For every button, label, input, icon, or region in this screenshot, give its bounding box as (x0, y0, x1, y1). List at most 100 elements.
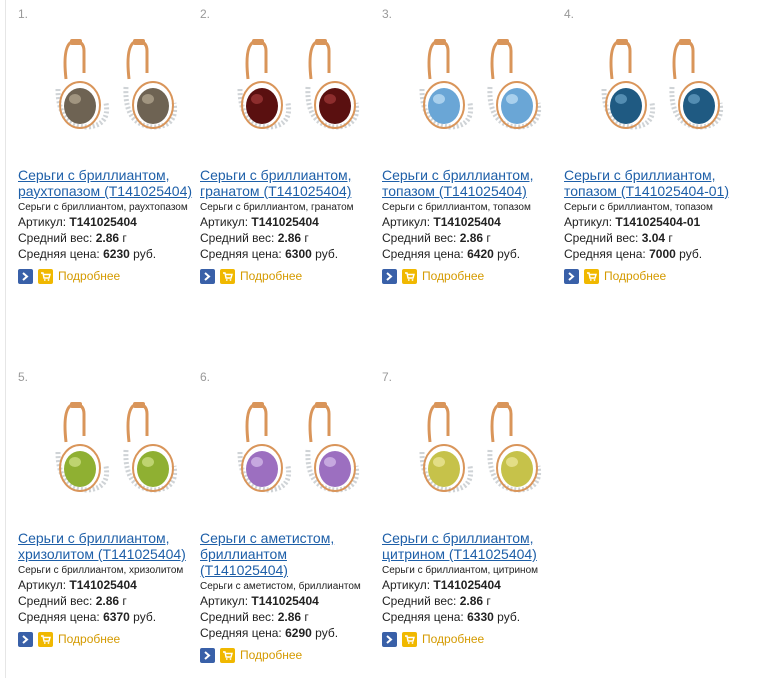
details-arrow-button[interactable] (18, 631, 33, 647)
arrow-right-icon (22, 634, 29, 644)
article-label: Артикул: (564, 215, 613, 229)
price-value: 6420 (467, 247, 494, 261)
article-row: Артикул: Т141025404-01 (564, 214, 744, 230)
weight-unit: г (668, 231, 673, 245)
price-row: Средняя цена: 6330 руб. (382, 609, 562, 625)
weight-row: Средний вес: 2.86 г (200, 230, 380, 246)
article-value: Т141025404 (251, 594, 319, 608)
article-label: Артикул: (18, 215, 67, 229)
price-row: Средняя цена: 6420 руб. (382, 246, 562, 262)
cart-icon (223, 271, 233, 281)
weight-row: Средний вес: 2.86 г (382, 593, 562, 609)
product-info: Серьги с аметистом, бриллиантом (Т1410254… (200, 530, 380, 663)
details-arrow-button[interactable] (382, 268, 397, 284)
price-label: Средняя цена: (18, 247, 100, 261)
more-details-link[interactable]: Подробнее (422, 269, 484, 283)
price-label: Средняя цена: (200, 247, 282, 261)
more-details-link[interactable]: Подробнее (58, 632, 120, 646)
more-details-link[interactable]: Подробнее (240, 648, 302, 662)
product-title-link[interactable]: Серьги с бриллиантом, цитрином (Т1410254… (382, 530, 562, 562)
weight-value: 2.86 (95, 231, 120, 245)
weight-row: Средний вес: 2.86 г (200, 609, 380, 625)
details-arrow-button[interactable] (200, 647, 215, 663)
product-card: 6. Серьги с аметистом, бриллиантом (Т1410… (200, 370, 380, 670)
price-unit: руб. (133, 247, 157, 261)
title-line: Серьги с бриллиантом, (564, 167, 716, 183)
price-value: 6290 (285, 626, 312, 640)
weight-row: Средний вес: 2.86 г (382, 230, 562, 246)
price-label: Средняя цена: (382, 247, 464, 261)
product-title-link[interactable]: Серьги с бриллиантом, гранатом (Т1410254… (200, 167, 380, 199)
title-line: цитрином (Т141025404) (382, 546, 537, 562)
earrings-image (419, 39, 542, 130)
details-arrow-button[interactable] (564, 268, 579, 284)
product-actions: Подробнее (18, 268, 198, 284)
article-label: Артикул: (200, 215, 249, 229)
title-line: хризолитом (Т141025404) (18, 546, 186, 562)
title-line: Серьги с бриллиантом, (18, 530, 170, 546)
cart-icon (41, 634, 51, 644)
price-unit: руб. (679, 247, 703, 261)
product-title-link[interactable]: Серьги с бриллиантом, топазом (Т14102540… (564, 167, 744, 199)
article-value: Т141025404 (433, 578, 501, 592)
arrow-right-icon (568, 271, 575, 281)
weight-label: Средний вес: (200, 231, 275, 245)
weight-unit: г (304, 231, 309, 245)
add-to-cart-button[interactable] (402, 268, 417, 284)
product-image[interactable] (218, 392, 378, 502)
title-line: Серьги с бриллиантом, (18, 167, 170, 183)
product-title-link[interactable]: Серьги с аметистом, бриллиантом (Т1410254… (200, 530, 380, 578)
product-grid: 1. Серьги с бриллиантом, раухтопазом (Т1… (0, 0, 768, 678)
add-to-cart-button[interactable] (402, 631, 417, 647)
product-image[interactable] (218, 29, 378, 139)
article-value: Т141025404 (433, 215, 501, 229)
product-image[interactable] (36, 392, 196, 502)
title-line: гранатом (Т141025404) (200, 183, 352, 199)
article-label: Артикул: (382, 578, 431, 592)
article-value: Т141025404 (251, 215, 319, 229)
more-details-link[interactable]: Подробнее (422, 632, 484, 646)
product-image[interactable] (400, 29, 560, 139)
article-row: Артикул: Т141025404 (200, 214, 380, 230)
product-title-link[interactable]: Серьги с бриллиантом, хризолитом (Т14102… (18, 530, 198, 562)
product-image[interactable] (400, 392, 560, 502)
weight-row: Средний вес: 3.04 г (564, 230, 744, 246)
product-info: Серьги с бриллиантом, раухтопазом (Т1410… (18, 167, 198, 284)
product-actions: Подробнее (200, 647, 380, 663)
title-line: Серьги с бриллиантом, (200, 167, 352, 183)
product-image[interactable] (36, 29, 196, 139)
article-value: Т141025404 (69, 215, 137, 229)
weight-value: 2.86 (277, 231, 302, 245)
article-row: Артикул: Т141025404 (382, 214, 562, 230)
product-title-link[interactable]: Серьги с бриллиантом, топазом (Т14102540… (382, 167, 562, 199)
product-actions: Подробнее (200, 268, 380, 284)
details-arrow-button[interactable] (18, 268, 33, 284)
weight-label: Средний вес: (18, 594, 93, 608)
product-number: 4. (564, 7, 575, 21)
details-arrow-button[interactable] (382, 631, 397, 647)
add-to-cart-button[interactable] (38, 268, 53, 284)
add-to-cart-button[interactable] (220, 647, 235, 663)
weight-value: 2.86 (459, 594, 484, 608)
product-subtitle: Серьги с бриллиантом, гранатом (200, 202, 354, 213)
more-details-link[interactable]: Подробнее (240, 269, 302, 283)
title-line: Серьги с бриллиантом, (382, 167, 534, 183)
arrow-right-icon (204, 271, 211, 281)
more-details-link[interactable]: Подробнее (604, 269, 666, 283)
price-value: 6330 (467, 610, 494, 624)
add-to-cart-button[interactable] (38, 631, 53, 647)
more-details-link[interactable]: Подробнее (58, 269, 120, 283)
product-image[interactable] (582, 29, 742, 139)
product-title-link[interactable]: Серьги с бриллиантом, раухтопазом (Т1410… (18, 167, 198, 199)
details-arrow-button[interactable] (200, 268, 215, 284)
weight-label: Средний вес: (382, 231, 457, 245)
price-unit: руб. (497, 247, 521, 261)
product-number: 5. (18, 370, 29, 384)
price-value: 6230 (103, 247, 130, 261)
add-to-cart-button[interactable] (584, 268, 599, 284)
cart-icon (405, 634, 415, 644)
cart-icon (41, 271, 51, 281)
product-card: 3. Серьги с бриллиантом, топазом (Т14102… (382, 7, 562, 307)
add-to-cart-button[interactable] (220, 268, 235, 284)
weight-value: 2.86 (277, 610, 302, 624)
